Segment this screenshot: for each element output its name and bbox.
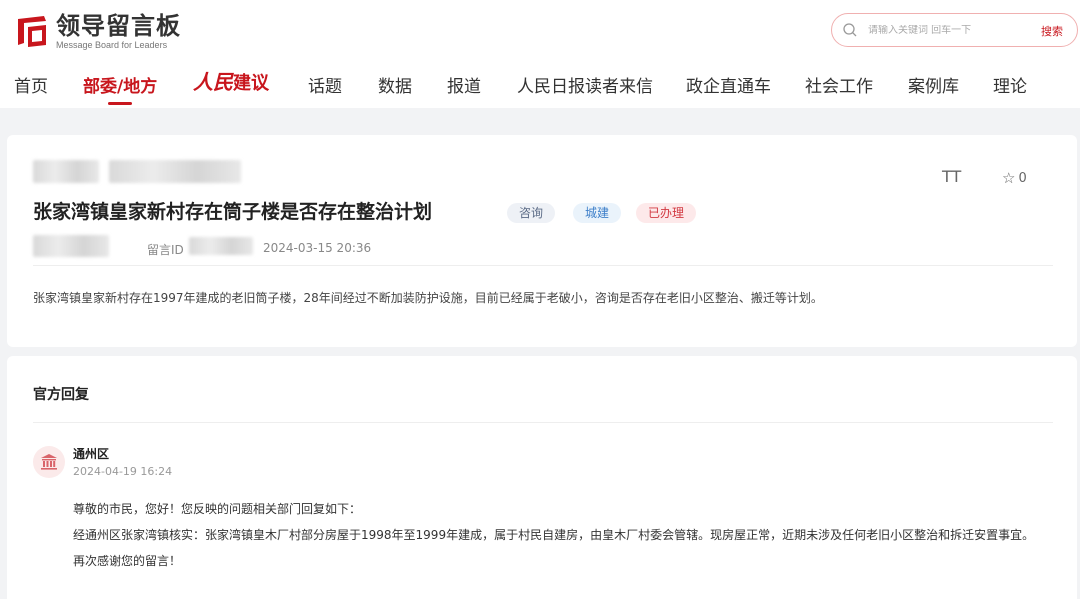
search-button[interactable]: 搜索 — [1041, 23, 1063, 39]
logo-subtitle: Message Board for Leaders — [56, 40, 168, 50]
nav-item-home[interactable]: 首页 — [14, 72, 48, 97]
nav-item-ministries[interactable]: 部委/地方 — [83, 72, 157, 97]
blurred-author — [33, 235, 109, 257]
search-icon[interactable] — [842, 22, 858, 38]
nav-item-theory[interactable]: 理论 — [993, 72, 1027, 97]
status-badge: 已办理 — [636, 203, 697, 223]
reply-line: 经通州区张家湾镇核实：张家湾镇皇木厂村部分房屋于1998年至1999年建成，属于… — [73, 528, 1035, 542]
message-id-label: 留言ID — [147, 243, 184, 257]
nav-item-data[interactable]: 数据 — [378, 72, 412, 97]
blurred-breadcrumb — [33, 160, 99, 183]
reply-body: 尊敬的市民，您好！您反映的问题相关部门回复如下： 经通州区张家湾镇核实：张家湾镇… — [73, 496, 1063, 574]
main-nav: 首页 部委/地方 人民建议 话题 数据 报道 人民日报读者来信 政企直通车 社会… — [0, 70, 1080, 108]
favorite-count: 0 — [1018, 170, 1027, 186]
nav-active-indicator — [108, 102, 132, 105]
reply-line: 尊敬的市民，您好！您反映的问题相关部门回复如下： — [73, 502, 362, 516]
star-icon: ☆ — [1002, 169, 1016, 187]
nav-item-case-library[interactable]: 案例库 — [908, 72, 959, 97]
nav-item-social-work[interactable]: 社会工作 — [805, 72, 873, 97]
blurred-message-id — [189, 237, 253, 255]
reply-section-title: 官方回复 — [33, 387, 89, 403]
search-box: 搜索 — [831, 13, 1078, 47]
government-building-icon — [33, 446, 65, 478]
message-title: 张家湾镇皇家新村存在筒子楼是否存在整治计划 — [33, 201, 433, 223]
reply-date: 2024-04-19 16:24 — [73, 465, 173, 478]
reply-department: 通州区 — [73, 447, 110, 461]
logo-mark-icon — [14, 13, 50, 49]
official-reply-card: 官方回复 通州区 2024-04-19 16:24 尊敬的市民，您好！您反映的问… — [7, 356, 1077, 599]
nav-item-enterprise[interactable]: 政企直通车 — [686, 72, 771, 97]
font-size-toggle[interactable]: TT — [942, 167, 961, 186]
tag-category[interactable]: 咨询 — [507, 203, 556, 223]
message-card: TT ☆ 0 张家湾镇皇家新村存在筒子楼是否存在整治计划 咨询 城建 已办理 留… — [7, 135, 1077, 347]
reply-line: 再次感谢您的留言！ — [73, 554, 182, 568]
nav-item-topics[interactable]: 话题 — [308, 72, 342, 97]
search-input[interactable] — [868, 24, 1028, 36]
blurred-breadcrumb — [109, 160, 241, 183]
logo-title: 领导留言板 — [56, 12, 181, 40]
site-header: 领导留言板 Message Board for Leaders 搜索 首页 部委… — [0, 0, 1080, 108]
nav-item-people-suggestions[interactable]: 人民建议 — [193, 66, 269, 95]
message-content: 张家湾镇皇家新村存在1997年建成的老旧筒子楼，28年间经过不断加装防护设施，目… — [33, 291, 823, 305]
divider — [33, 422, 1053, 423]
message-date: 2024-03-15 20:36 — [263, 241, 372, 255]
favorite-button[interactable]: ☆ 0 — [1002, 169, 1027, 187]
nav-item-reader-letters[interactable]: 人民日报读者来信 — [517, 72, 653, 97]
divider — [33, 265, 1053, 266]
nav-item-reports[interactable]: 报道 — [447, 72, 481, 97]
site-logo[interactable]: 领导留言板 Message Board for Leaders — [14, 12, 181, 50]
tag-field[interactable]: 城建 — [573, 203, 622, 223]
